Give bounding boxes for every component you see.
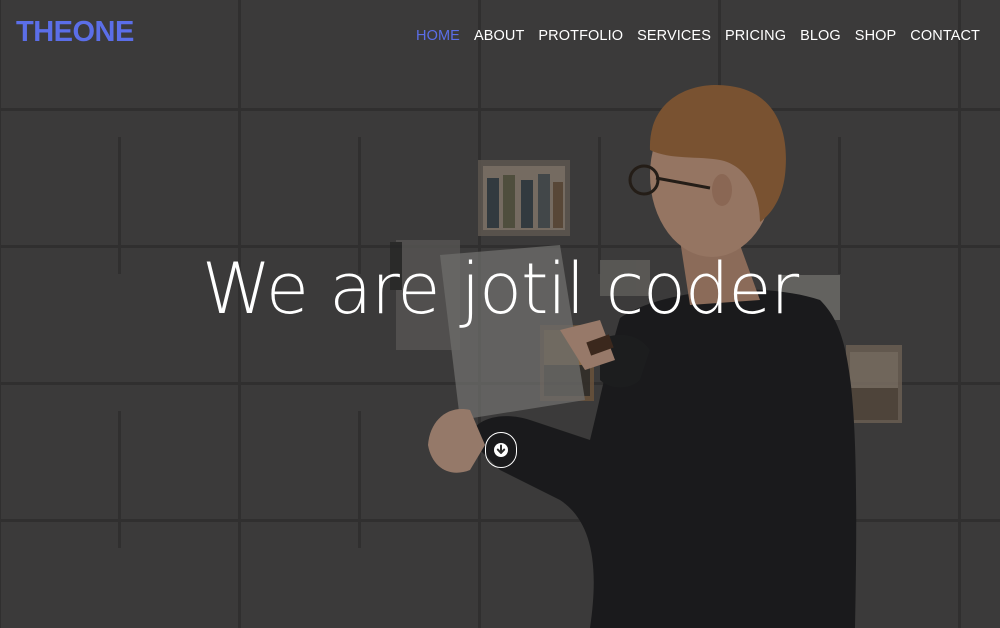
nav-item-shop[interactable]: SHOP [855, 28, 897, 44]
logo[interactable]: THEONE [16, 16, 134, 49]
navbar: THEONE HOME ABOUT PROTFOLIO SERVICES PRI… [0, 0, 1000, 70]
nav-item-portfolio[interactable]: PROTFOLIO [538, 28, 623, 44]
nav-item-pricing[interactable]: PRICING [725, 28, 786, 44]
main-nav: HOME ABOUT PROTFOLIO SERVICES PRICING BL… [402, 28, 980, 44]
nav-item-home[interactable]: HOME [416, 28, 460, 44]
nav-item-blog[interactable]: BLOG [800, 28, 841, 44]
hero-headline: We are jotil coder [201, 248, 799, 330]
nav-item-services[interactable]: SERVICES [637, 28, 711, 44]
arrow-down-circle-icon [494, 443, 508, 457]
nav-item-about[interactable]: ABOUT [474, 28, 524, 44]
scroll-down-button[interactable] [485, 432, 517, 468]
nav-item-contact[interactable]: CONTACT [910, 28, 980, 44]
